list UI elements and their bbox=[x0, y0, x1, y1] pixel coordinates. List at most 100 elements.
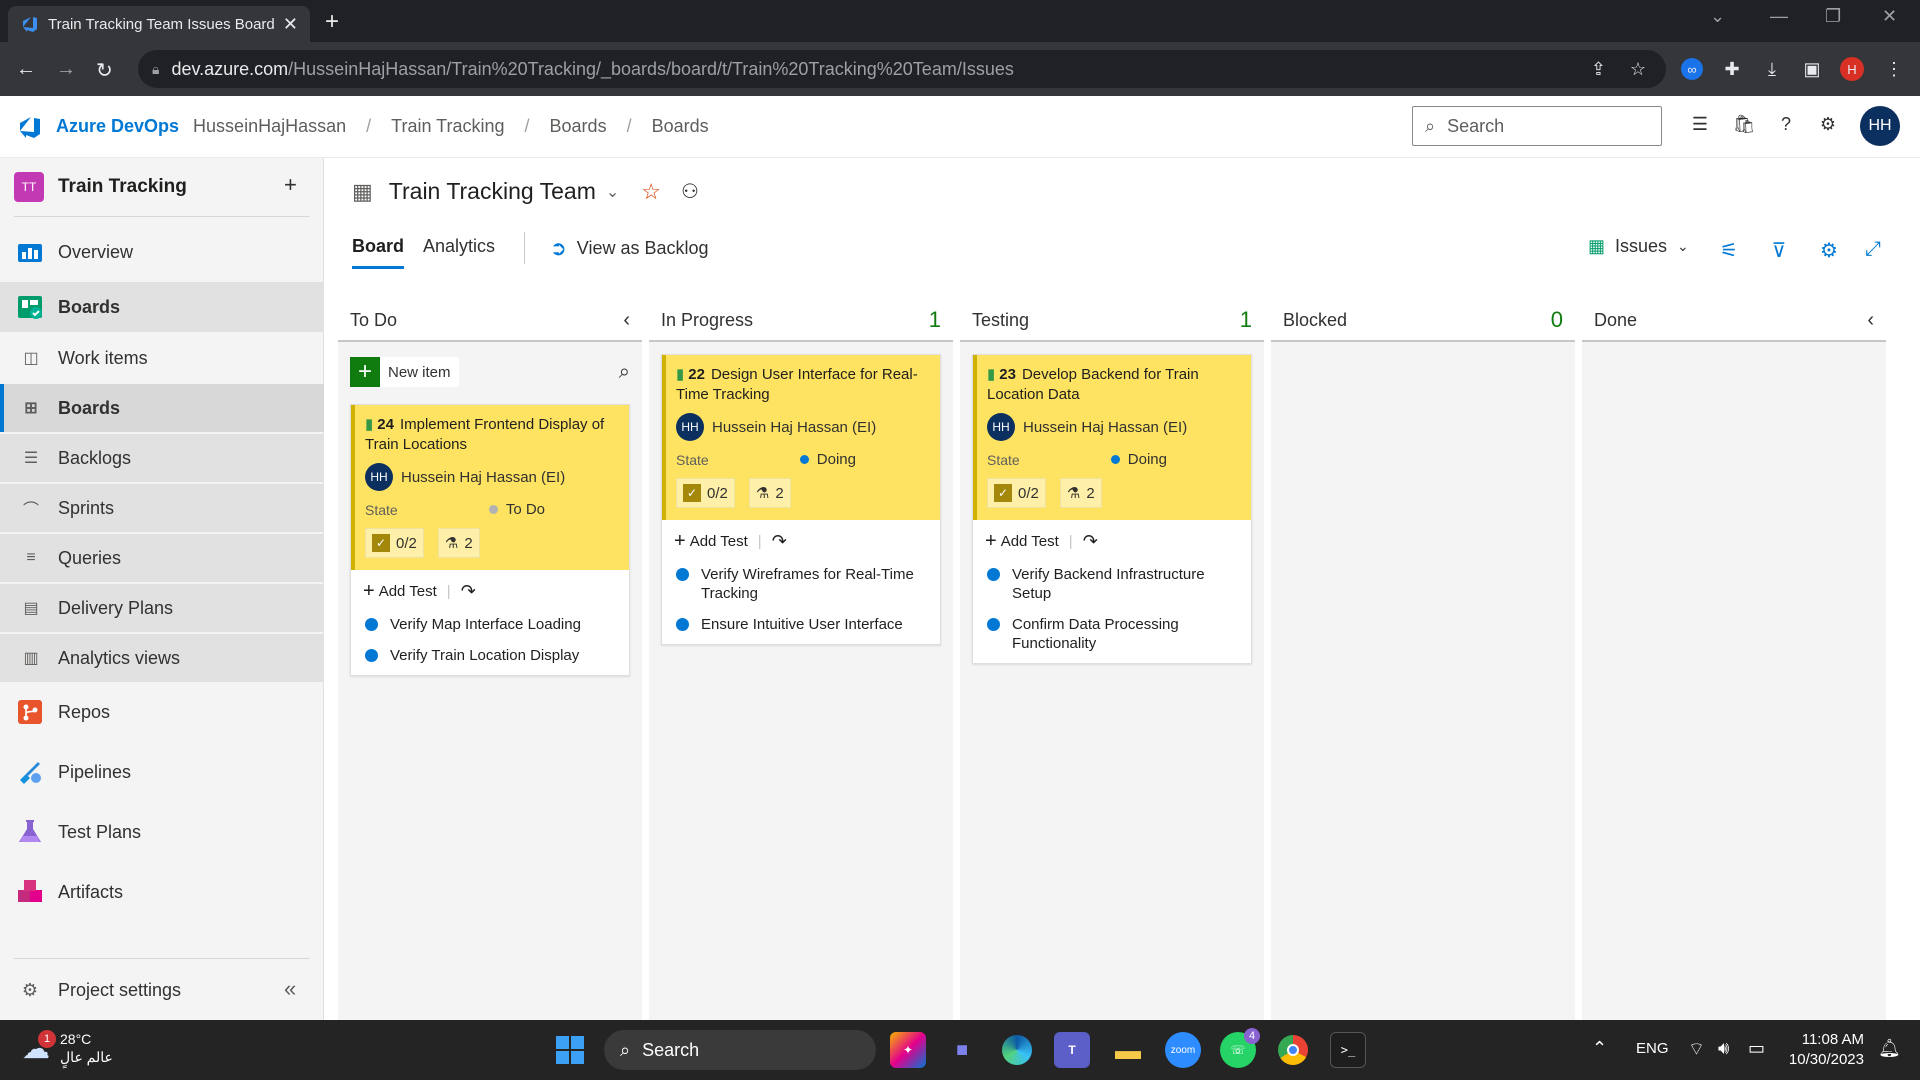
language-indicator[interactable]: ENG bbox=[1636, 1040, 1669, 1057]
test-item[interactable]: Verify Backend Infrastructure Setup bbox=[985, 565, 1239, 603]
run-tests-arrow-icon[interactable]: ↷ bbox=[772, 531, 787, 552]
test-item[interactable]: Confirm Data Processing Functionality bbox=[985, 615, 1239, 653]
terminal-app-icon[interactable]: >_ bbox=[1330, 1032, 1366, 1068]
add-test-button[interactable]: + Add Test | ↷ bbox=[674, 530, 928, 553]
back-icon[interactable]: ← bbox=[16, 58, 36, 81]
help-icon[interactable]: ? bbox=[1774, 114, 1798, 138]
notifications-bell-icon[interactable]: 🔔︎ bbox=[1878, 1038, 1901, 1059]
card-title[interactable]: Design User Interface for Real-Time Trac… bbox=[676, 366, 918, 403]
backlog-level-selector[interactable]: ▦ Issues ⌄ bbox=[1588, 236, 1689, 257]
clock[interactable]: 11:08 AM 10/30/2023 bbox=[1786, 1030, 1864, 1070]
bookmark-star-icon[interactable]: ☆ bbox=[1630, 59, 1646, 80]
breadcrumb-org[interactable]: HusseinHajHassan bbox=[193, 116, 346, 137]
weather-widget[interactable]: ☁ 1 28°C عالم عالٍ bbox=[22, 1029, 113, 1066]
download-icon[interactable]: ⤓ bbox=[1760, 57, 1784, 81]
chevron-down-icon[interactable]: ⌄ bbox=[606, 182, 619, 202]
work-item-card[interactable]: ▮ 22 Design User Interface for Real-Time T… bbox=[661, 354, 941, 645]
favorite-star-icon[interactable]: ☆ bbox=[641, 179, 661, 205]
test-item[interactable]: Verify Map Interface Loading bbox=[363, 615, 617, 634]
share-icon[interactable]: ⇪ bbox=[1591, 59, 1606, 80]
state-value[interactable]: Doing bbox=[799, 451, 856, 468]
nav-test-plans[interactable]: Test Plans bbox=[0, 808, 324, 856]
card-title[interactable]: Develop Backend for Train Location Data bbox=[987, 366, 1199, 403]
tests-badge[interactable]: ⚗ 2 bbox=[437, 528, 480, 558]
chrome-browser-icon[interactable] bbox=[1275, 1032, 1311, 1068]
work-item-card[interactable]: ▮ 24 Implement Frontend Display of Train L… bbox=[350, 404, 630, 676]
test-item[interactable]: Verify Train Location Display bbox=[363, 646, 617, 665]
nav-boards-hub[interactable]: Boards bbox=[0, 282, 324, 332]
state-value[interactable]: Doing bbox=[1110, 451, 1167, 468]
nav-overview[interactable]: Overview bbox=[0, 228, 324, 276]
run-tests-arrow-icon[interactable]: ↷ bbox=[1083, 531, 1098, 552]
assignee-name[interactable]: Hussein Haj Hassan (EI) bbox=[401, 469, 565, 486]
breadcrumb-boards-page[interactable]: Boards bbox=[652, 116, 709, 137]
zoom-app-icon[interactable]: zoom bbox=[1165, 1032, 1201, 1068]
tab-board[interactable]: Board bbox=[352, 236, 405, 269]
file-explorer-icon[interactable]: ▬ bbox=[1110, 1032, 1146, 1068]
azure-devops-logo-icon[interactable] bbox=[16, 114, 42, 140]
collapse-column-icon[interactable]: ‹ bbox=[623, 309, 630, 332]
nav-pipelines[interactable]: Pipelines bbox=[0, 748, 324, 796]
assignee-name[interactable]: Hussein Haj Hassan (EI) bbox=[712, 419, 876, 436]
close-window-icon[interactable]: ✕ bbox=[1882, 6, 1897, 27]
user-settings-icon[interactable]: ⚙ bbox=[1816, 114, 1840, 138]
battery-icon[interactable]: ▭ bbox=[1748, 1038, 1765, 1059]
edge-browser-icon[interactable] bbox=[999, 1032, 1035, 1068]
tasks-badge[interactable]: ✓ 0/2 bbox=[987, 478, 1046, 508]
browser-menu-icon[interactable]: ⋮ bbox=[1882, 57, 1906, 81]
collapse-sidebar-icon[interactable]: « bbox=[284, 976, 296, 1002]
state-value[interactable]: To Do bbox=[488, 501, 545, 518]
work-list-icon[interactable]: ☰ bbox=[1688, 114, 1712, 138]
work-item-card[interactable]: ▮ 23 Develop Backend for Train Location Da… bbox=[972, 354, 1252, 664]
start-button[interactable] bbox=[552, 1032, 588, 1068]
teams-app-icon[interactable]: T bbox=[1054, 1032, 1090, 1068]
wifi-icon[interactable]: ⌔ bbox=[1688, 1038, 1705, 1061]
project-switcher[interactable]: TT Train Tracking bbox=[14, 172, 187, 202]
taskbar-search[interactable]: ⌕ Search bbox=[604, 1030, 876, 1070]
nav-repos[interactable]: Repos bbox=[0, 688, 324, 736]
tasks-badge[interactable]: ✓ 0/2 bbox=[365, 528, 424, 558]
test-item[interactable]: Ensure Intuitive User Interface bbox=[674, 615, 928, 634]
meet-app-icon[interactable]: ■ bbox=[944, 1032, 980, 1068]
search-icon[interactable]: ⌕ bbox=[619, 361, 630, 384]
volume-icon[interactable]: 🔊︎ bbox=[1718, 1038, 1729, 1059]
tests-badge[interactable]: ⚗ 2 bbox=[1059, 478, 1102, 508]
breadcrumb-boards-hub[interactable]: Boards bbox=[550, 116, 607, 137]
copilot-app-icon[interactable]: ✦ bbox=[890, 1032, 926, 1068]
nav-sprints[interactable]: ⌒ Sprints bbox=[0, 484, 324, 532]
forward-icon[interactable]: → bbox=[56, 58, 76, 81]
brand-link[interactable]: Azure DevOps bbox=[56, 116, 179, 137]
nav-work-items[interactable]: ◫ Work items bbox=[0, 334, 324, 382]
tab-analytics[interactable]: Analytics bbox=[423, 236, 495, 257]
tab-search-icon[interactable]: ⌄ bbox=[1710, 6, 1725, 27]
tests-badge[interactable]: ⚗ 2 bbox=[748, 478, 791, 508]
board-settings-gear-icon[interactable]: ⚙ bbox=[1816, 238, 1842, 264]
extension-infinity-icon[interactable]: ∞ bbox=[1680, 57, 1704, 81]
nav-artifacts[interactable]: Artifacts bbox=[0, 868, 324, 916]
card-title[interactable]: Implement Frontend Display of Train Loca… bbox=[365, 416, 604, 453]
team-profile-icon[interactable]: ⚇ bbox=[681, 179, 699, 204]
add-test-button[interactable]: + Add Test | ↷ bbox=[363, 580, 617, 603]
nav-backlogs[interactable]: ☰ Backlogs bbox=[0, 434, 324, 482]
assignee-name[interactable]: Hussein Haj Hassan (EI) bbox=[1023, 419, 1187, 436]
nav-analytics-views[interactable]: ▥ Analytics views bbox=[0, 634, 324, 682]
run-tests-arrow-icon[interactable]: ↷ bbox=[461, 581, 476, 602]
collapse-column-icon[interactable]: ‹ bbox=[1867, 309, 1874, 332]
nav-queries[interactable]: ≡ Queries bbox=[0, 534, 324, 582]
search-box[interactable]: ⌕ Search bbox=[1412, 106, 1662, 146]
add-test-button[interactable]: + Add Test | ↷ bbox=[985, 530, 1239, 553]
show-hidden-icons-chevron-icon[interactable]: ⌃ bbox=[1592, 1038, 1607, 1059]
breadcrumb-project[interactable]: Train Tracking bbox=[391, 116, 504, 137]
profile-avatar[interactable]: H bbox=[1840, 57, 1864, 81]
reload-icon[interactable]: ↻ bbox=[96, 58, 113, 83]
tasks-badge[interactable]: ✓ 0/2 bbox=[676, 478, 735, 508]
restore-icon[interactable]: ❐ bbox=[1825, 6, 1841, 27]
browser-tab[interactable]: Train Tracking Team Issues Board ✕ bbox=[8, 6, 310, 42]
close-tab-icon[interactable]: ✕ bbox=[283, 14, 298, 35]
whatsapp-app-icon[interactable]: ☏ 4 bbox=[1220, 1028, 1260, 1068]
extensions-puzzle-icon[interactable]: ✚ bbox=[1720, 57, 1744, 81]
address-bar[interactable]: 🔒︎ dev.azure.com /HusseinHajHassan/Train… bbox=[138, 50, 1666, 88]
nav-delivery-plans[interactable]: ▤ Delivery Plans bbox=[0, 584, 324, 632]
view-options-icon[interactable]: ⚟ bbox=[1716, 238, 1742, 264]
fullscreen-icon[interactable]: ⤢ bbox=[1860, 238, 1886, 264]
